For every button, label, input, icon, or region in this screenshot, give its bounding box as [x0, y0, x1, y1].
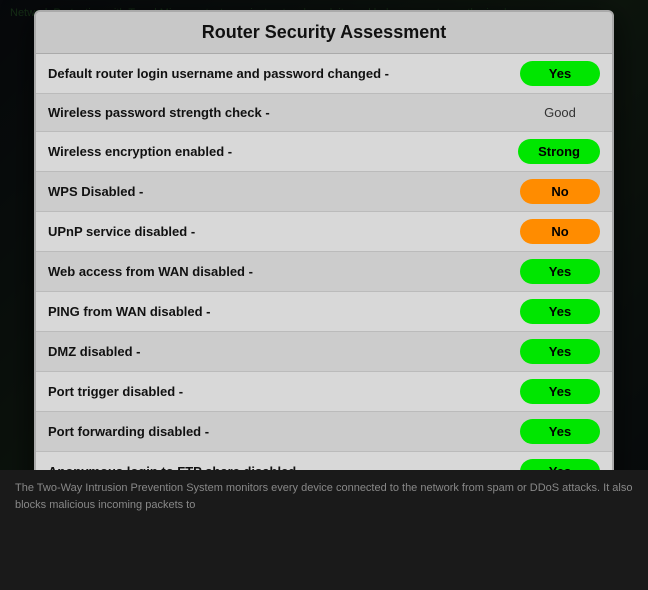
- table-row: Wireless password strength check -Good: [36, 94, 612, 132]
- modal-title: Router Security Assessment: [36, 12, 612, 54]
- table-row: Web access from WAN disabled -Yes: [36, 252, 612, 292]
- table-row: Port forwarding disabled -Yes: [36, 412, 612, 452]
- row-label: Wireless password strength check -: [48, 105, 520, 120]
- table-row: PING from WAN disabled -Yes: [36, 292, 612, 332]
- row-label: DMZ disabled -: [48, 344, 520, 359]
- row-label: WPS Disabled -: [48, 184, 520, 199]
- table-row: WPS Disabled -No: [36, 172, 612, 212]
- row-label: Port forwarding disabled -: [48, 424, 520, 439]
- status-badge: Yes: [520, 419, 600, 444]
- status-badge: Yes: [520, 379, 600, 404]
- row-label: Web access from WAN disabled -: [48, 264, 520, 279]
- table-row: UPnP service disabled -No: [36, 212, 612, 252]
- status-value: Good: [520, 105, 600, 120]
- table-row: DMZ disabled -Yes: [36, 332, 612, 372]
- status-badge: Yes: [520, 299, 600, 324]
- table-row: Wireless encryption enabled -Strong: [36, 132, 612, 172]
- status-badge: Yes: [520, 61, 600, 86]
- row-label: Wireless encryption enabled -: [48, 144, 518, 159]
- row-label: Port trigger disabled -: [48, 384, 520, 399]
- bottom-panel: The Two-Way Intrusion Prevention System …: [0, 470, 648, 590]
- status-badge: Strong: [518, 139, 600, 164]
- table-row: Port trigger disabled -Yes: [36, 372, 612, 412]
- table-row: Default router login username and passwo…: [36, 54, 612, 94]
- status-badge: Yes: [520, 259, 600, 284]
- row-label: PING from WAN disabled -: [48, 304, 520, 319]
- status-badge: Yes: [520, 339, 600, 364]
- status-badge: No: [520, 179, 600, 204]
- row-label: UPnP service disabled -: [48, 224, 520, 239]
- bottom-text: The Two-Way Intrusion Prevention System …: [15, 482, 632, 511]
- row-label: Default router login username and passwo…: [48, 66, 520, 81]
- status-badge: No: [520, 219, 600, 244]
